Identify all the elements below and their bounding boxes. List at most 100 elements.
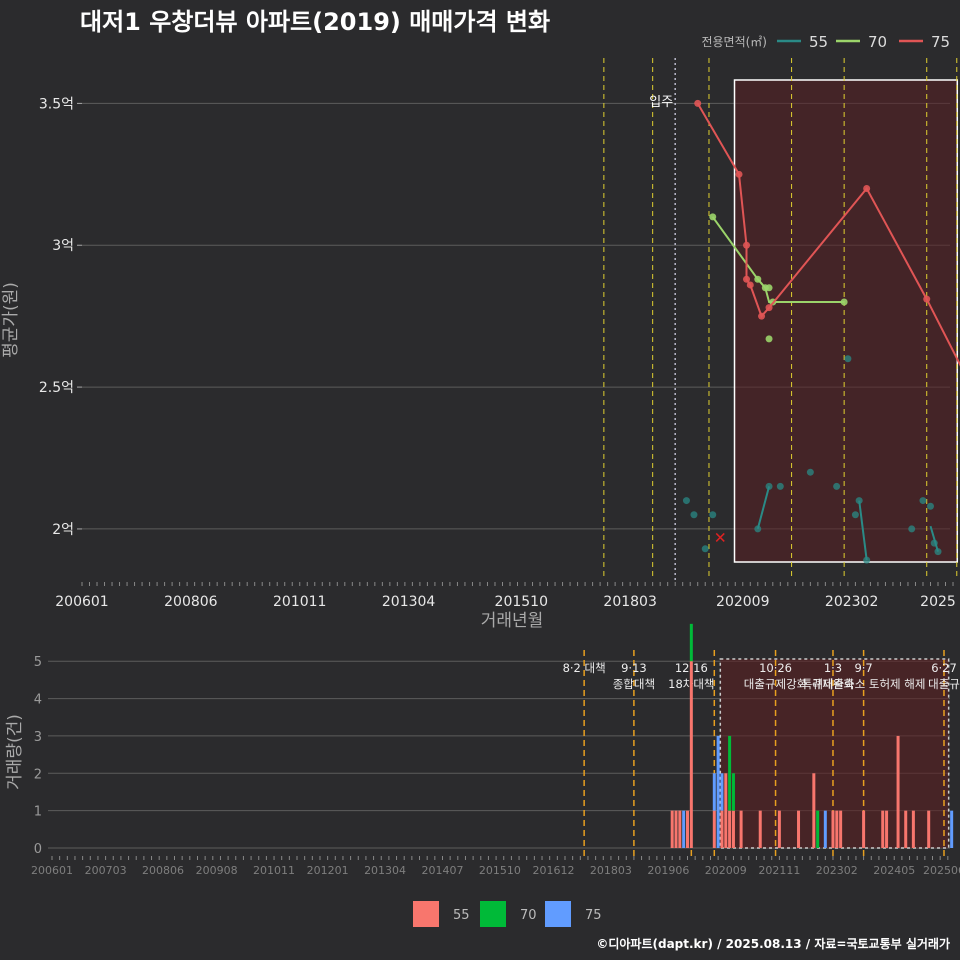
bar-segment-55 (670, 810, 674, 848)
bar-segment-55 (712, 810, 716, 848)
y-tick-label: 3억 (52, 238, 74, 254)
legend-label-70: 70 (868, 33, 887, 51)
data-point-75 (746, 281, 754, 289)
data-point-55 (930, 539, 938, 547)
policy-event-label: 8·2 대책 (563, 661, 606, 675)
bar-x-tick-label: 200806 (142, 864, 184, 877)
chart-title: 대저1 우창더뷰 아파트(2019) 매매가격 변화 (80, 8, 550, 36)
bar-y-tick-label: 3 (34, 730, 42, 745)
bar-x-tick-label: 201906 (647, 864, 689, 877)
data-point-55 (754, 525, 762, 533)
policy-event-label: 1·3 (824, 661, 842, 675)
x-tick-label: 201304 (382, 594, 436, 610)
bar-segment-75 (716, 735, 720, 848)
policy-event-label: 9·7 (854, 661, 872, 675)
bar-x-tick-label: 202009 (705, 864, 747, 877)
bar-segment-55 (674, 810, 678, 848)
chart-canvas: 대저1 우창더뷰 아파트(2019) 매매가격 변화 전용면적(㎡) ©디아파트… (1, 8, 960, 951)
bar-segment-55 (720, 810, 724, 848)
data-point-75 (735, 170, 743, 178)
bar-legend-key-55 (413, 901, 439, 927)
cancelled-deal-marker (715, 532, 725, 542)
bar-segment-55 (862, 810, 866, 848)
data-point-75 (743, 241, 751, 249)
bar-x-tick-label: 202506 (923, 864, 960, 877)
bar-legend-label-70: 70 (520, 908, 537, 923)
data-point-70 (754, 275, 762, 283)
y-tick-label: 3.5억 (39, 96, 74, 112)
data-point-55 (765, 482, 773, 490)
bar-segment-75 (823, 810, 827, 848)
bar-segment-55 (777, 810, 781, 848)
bar-segment-55 (839, 810, 843, 848)
x-tick-label: 201011 (273, 594, 326, 610)
legend-title: 전용면적(㎡) (701, 35, 767, 49)
bar-x-tick-label: 200703 (85, 864, 127, 877)
data-point-70 (709, 213, 717, 221)
bar-segment-55 (724, 773, 728, 848)
bar-legend-key-70 (480, 901, 506, 927)
policy-event-label: 10·26 (759, 661, 792, 675)
chart-root: 대저1 우창더뷰 아파트(2019) 매매가격 변화 전용면적(㎡) ©디아파트… (0, 0, 960, 960)
bar-segment-55 (831, 810, 835, 848)
bar-y-tick-label: 4 (34, 693, 42, 708)
data-point-75 (758, 312, 766, 320)
bar-x-tick-label: 201407 (421, 864, 463, 877)
data-point-55 (806, 468, 814, 476)
policy-event-label: 종합대책 (613, 677, 655, 691)
x-tick-label: 2025 (920, 594, 956, 610)
bar-x-tick-label: 201304 (364, 864, 406, 877)
policy-event-label: 대출규제강화 (744, 677, 808, 691)
data-point-75 (923, 295, 931, 303)
bar-segment-55 (739, 810, 743, 848)
data-point-55 (833, 482, 841, 490)
bar-segment-55 (812, 773, 816, 848)
bar-y-tick-label: 5 (34, 655, 42, 670)
x-tick-label: 200601 (55, 594, 108, 610)
data-point-55 (682, 497, 690, 505)
bar-segment-55 (911, 810, 915, 848)
footer-credit: ©디아파트(dapt.kr) / 2025.08.13 / 자료=국토교통부 실… (596, 936, 950, 951)
data-point-55 (926, 502, 934, 510)
bar-segment-55 (686, 810, 690, 848)
bar-segment-70 (731, 773, 735, 811)
policy-event-label: 대출규 (928, 677, 960, 691)
x-tick-label: 201803 (603, 594, 656, 610)
bar-segment-75 (720, 773, 724, 811)
bar-segment-55 (885, 810, 889, 848)
bar-segment-75 (682, 810, 686, 848)
bar-segment-55 (758, 810, 762, 848)
x-tick-label: 201510 (495, 594, 548, 610)
data-point-55 (690, 511, 698, 519)
data-point-70 (765, 284, 773, 292)
bar-segment-55 (678, 810, 682, 848)
bar-legend-label-55: 55 (453, 908, 470, 923)
bar-x-tick-label: 201803 (590, 864, 632, 877)
data-point-55 (855, 497, 863, 505)
bar-segment-75 (712, 773, 716, 811)
policy-event-label: 9·13 (621, 661, 647, 675)
data-point-55 (863, 556, 871, 564)
bar-y-axis-title: 거래량(건) (5, 714, 25, 790)
data-point-55 (844, 355, 852, 363)
data-point-75 (765, 304, 773, 312)
data-point-55 (908, 525, 916, 533)
bar-segment-75 (950, 810, 954, 848)
bar-x-tick-label: 201510 (479, 864, 521, 877)
policy-event-label: 특례대출축소 토허제 해제 (802, 677, 926, 691)
x-tick-label: 202009 (716, 594, 769, 610)
bar-segment-55 (728, 810, 732, 848)
bar-segment-55 (835, 810, 839, 848)
x-tick-label: 202302 (825, 594, 878, 610)
bar-y-tick-label: 1 (34, 805, 42, 820)
bar-x-tick-label: 200908 (196, 864, 238, 877)
bar-legend-label-75: 75 (585, 908, 602, 923)
legend-label-55: 55 (809, 33, 828, 51)
bar-segment-70 (728, 735, 732, 811)
x-tick-label: 200806 (164, 594, 218, 610)
bar-y-tick-label: 0 (34, 842, 42, 857)
bar-y-tick-label: 2 (34, 767, 42, 782)
data-point-70 (840, 298, 848, 306)
bar-x-tick-label: 200601 (31, 864, 73, 877)
bar-segment-55 (904, 810, 908, 848)
